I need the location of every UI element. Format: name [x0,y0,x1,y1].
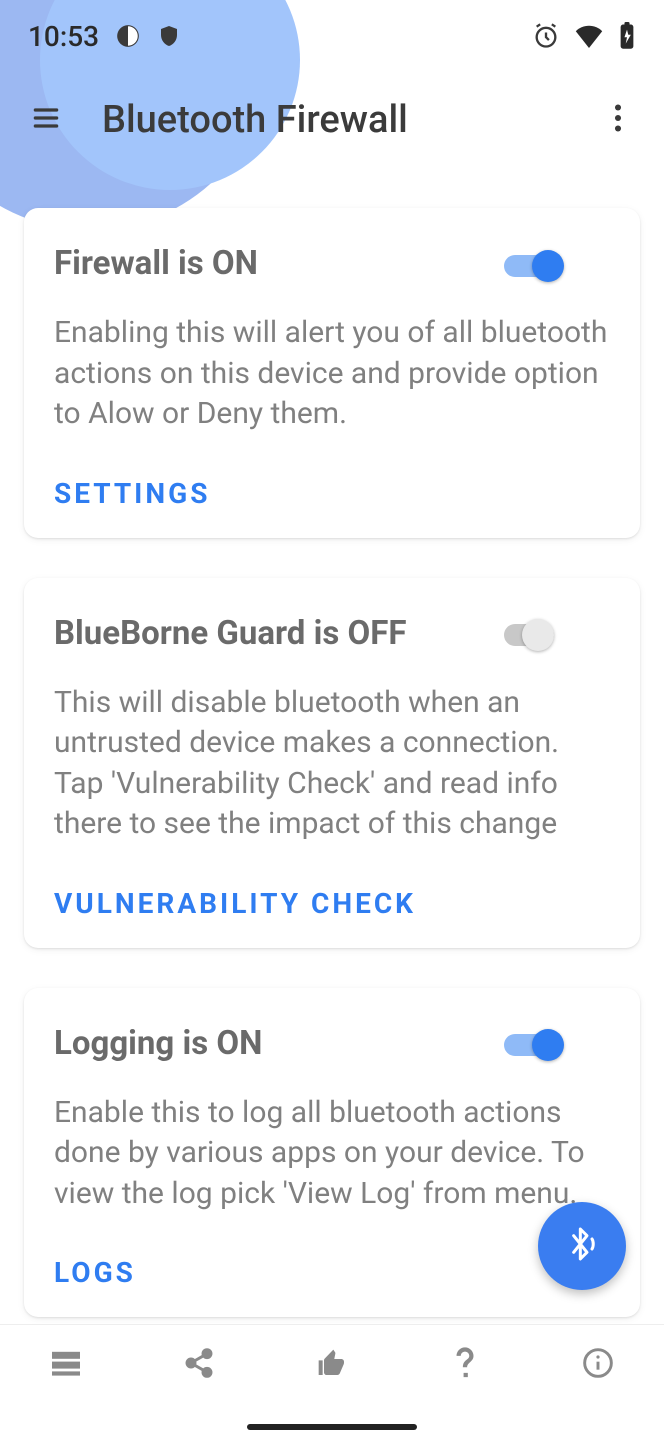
hamburger-icon [30,102,62,138]
bluetooth-searching-icon [562,1224,602,1268]
blueborne-card-title: BlueBorne Guard is OFF [54,614,504,653]
help-icon [455,1346,475,1384]
bottom-nav-like[interactable] [266,1325,399,1404]
overflow-menu-button[interactable] [590,92,646,148]
settings-button[interactable]: SETTINGS [54,477,610,510]
bottom-nav-info[interactable] [531,1325,664,1404]
bottom-nav-list[interactable] [0,1325,133,1404]
bottom-nav [0,1324,664,1404]
firewall-toggle[interactable] [504,250,560,278]
alarm-icon [532,22,560,50]
logs-button[interactable]: LOGS [54,1256,610,1289]
app-bar: Bluetooth Firewall [0,72,664,168]
list-icon [49,1349,83,1381]
blueborne-card: BlueBorne Guard is OFF This will disable… [24,578,640,948]
do-not-disturb-icon [115,23,141,49]
firewall-card-title: Firewall is ON [54,244,504,283]
share-icon [183,1347,215,1383]
bottom-nav-share[interactable] [133,1325,266,1404]
logging-card-description: Enable this to log all bluetooth actions… [54,1093,610,1215]
battery-icon [618,22,636,50]
vulnerability-check-button[interactable]: VULNERABILITY CHECK [54,887,610,920]
logging-card-title: Logging is ON [54,1024,504,1063]
blueborne-toggle[interactable] [504,619,560,647]
firewall-card-description: Enabling this will alert you of all blue… [54,313,610,435]
firewall-card: Firewall is ON Enabling this will alert … [24,208,640,538]
logging-toggle[interactable] [504,1029,560,1057]
blueborne-card-description: This will disable bluetooth when an untr… [54,683,610,845]
bluetooth-scan-fab[interactable] [538,1202,626,1290]
info-icon [582,1347,614,1383]
status-bar: 10:53 [0,0,664,72]
status-time: 10:53 [28,20,99,53]
page-title: Bluetooth Firewall [102,98,408,142]
wifi-icon [574,24,604,48]
more-vert-icon [614,104,622,136]
bottom-nav-help[interactable] [398,1325,531,1404]
gesture-handle [247,1424,417,1430]
thumbs-up-icon [315,1347,349,1383]
shield-icon [157,22,181,50]
menu-button[interactable] [18,92,74,148]
